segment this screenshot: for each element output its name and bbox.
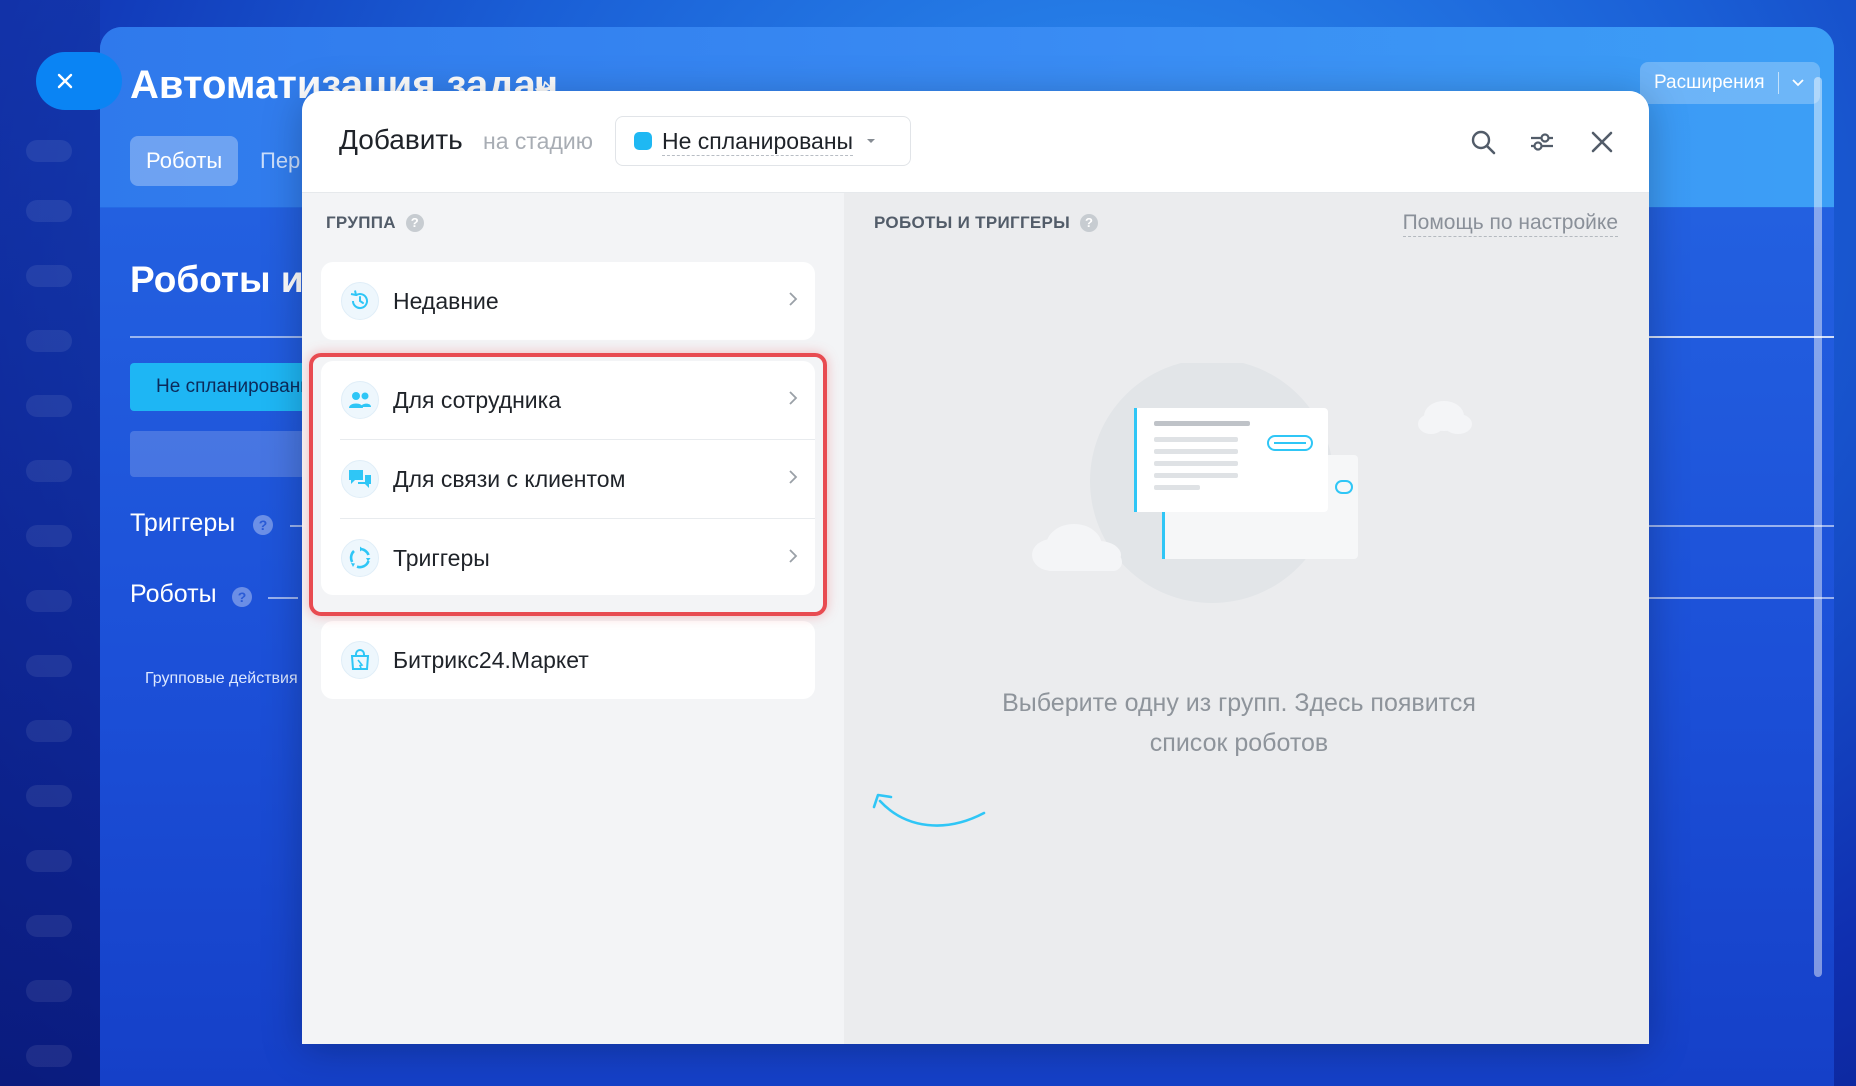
divider-line bbox=[1645, 597, 1834, 599]
robots-label: Роботы bbox=[130, 580, 217, 608]
stage-chip[interactable]: Не спланированы bbox=[130, 363, 330, 411]
setup-help-link[interactable]: Помощь по настройке bbox=[1402, 210, 1618, 237]
empty-state-line: Выберите одну из групп. Здесь появится bbox=[1002, 689, 1476, 717]
chevron-right-icon bbox=[787, 290, 799, 313]
button-separator bbox=[1778, 72, 1779, 94]
close-slider-button[interactable] bbox=[36, 52, 122, 110]
dialog-subtitle: на стадию bbox=[483, 128, 593, 154]
sidebar-blob bbox=[26, 720, 72, 742]
divider-line bbox=[268, 597, 298, 599]
left-sidebar bbox=[0, 0, 100, 1086]
sidebar-blob bbox=[26, 850, 72, 872]
search-icon[interactable] bbox=[1465, 124, 1501, 160]
groups-panel: ГРУППА? Недавние Для сотрудника Для связ… bbox=[302, 193, 844, 1044]
scrollbar[interactable] bbox=[1814, 77, 1822, 977]
divider-line bbox=[1645, 336, 1834, 338]
section-title: Роботы и bbox=[130, 259, 304, 300]
dialog-title: Добавить bbox=[339, 124, 463, 155]
sidebar-blob bbox=[26, 1045, 72, 1067]
group-label: Битрикс24.Маркет bbox=[393, 646, 589, 673]
curved-arrow-icon bbox=[872, 793, 986, 827]
add-robot-dialog: Добавить на стадию Не спланированы ГРУПП… bbox=[302, 91, 1649, 1044]
sidebar-blob bbox=[26, 200, 72, 222]
divider-line bbox=[1645, 525, 1834, 527]
group-section-label: ГРУППА? bbox=[326, 213, 424, 233]
help-icon[interactable]: ? bbox=[253, 515, 273, 535]
tab-second[interactable]: Пер bbox=[260, 136, 300, 186]
group-item-recent[interactable]: Недавние bbox=[321, 262, 815, 340]
chevron-down-icon[interactable] bbox=[1790, 74, 1806, 96]
sidebar-blob bbox=[26, 525, 72, 547]
tab-robots[interactable]: Роботы bbox=[130, 136, 239, 186]
empty-state-line: список роботов bbox=[1149, 729, 1329, 757]
close-icon[interactable] bbox=[1584, 124, 1620, 160]
caret-down-icon bbox=[867, 139, 876, 143]
empty-state-illustration bbox=[1032, 363, 1472, 603]
robots-section-label: РОБОТЫ И ТРИГГЕРЫ? bbox=[874, 213, 1099, 233]
stage-color-dot bbox=[634, 132, 652, 150]
sidebar-blob bbox=[26, 915, 72, 937]
sidebar-blob bbox=[26, 785, 72, 807]
help-icon[interactable]: ? bbox=[1080, 214, 1099, 232]
help-icon[interactable]: ? bbox=[232, 587, 252, 607]
close-icon bbox=[57, 73, 73, 89]
group-label: Недавние bbox=[393, 287, 499, 314]
highlight-frame bbox=[309, 353, 827, 616]
extensions-button[interactable]: Расширения bbox=[1640, 62, 1820, 104]
group-actions-link[interactable]: Групповые действия bbox=[145, 670, 298, 688]
sidebar-blob bbox=[26, 980, 72, 1002]
sidebar-blob bbox=[26, 590, 72, 612]
stage-label: Не спланированы bbox=[662, 127, 854, 156]
sidebar-blob bbox=[26, 655, 72, 677]
triggers-label: Триггеры bbox=[130, 509, 236, 537]
sidebar-blob bbox=[26, 460, 72, 482]
empty-state-text: Выберите одну из групп. Здесь появится с… bbox=[944, 683, 1534, 763]
market-bag-icon bbox=[341, 641, 379, 679]
sidebar-blob bbox=[26, 140, 72, 162]
extensions-label: Расширения bbox=[1654, 72, 1765, 93]
sidebar-blob bbox=[26, 265, 72, 287]
sidebar-blob bbox=[26, 395, 72, 417]
dialog-header: Добавить на стадию Не спланированы bbox=[302, 91, 1649, 193]
group-section-text: ГРУППА bbox=[326, 213, 396, 232]
market-card: Битрикс24.Маркет bbox=[321, 621, 815, 699]
robots-panel: РОБОТЫ И ТРИГГЕРЫ? Помощь по настройке В… bbox=[844, 193, 1649, 1044]
stage-bar bbox=[130, 431, 330, 477]
stage-selector[interactable]: Не спланированы bbox=[615, 116, 911, 166]
recent-card: Недавние bbox=[321, 262, 815, 340]
help-icon[interactable]: ? bbox=[405, 214, 424, 232]
settings-sliders-icon[interactable] bbox=[1524, 124, 1560, 160]
robots-section-text: РОБОТЫ И ТРИГГЕРЫ bbox=[874, 213, 1071, 232]
group-item-market[interactable]: Битрикс24.Маркет bbox=[321, 621, 815, 699]
sidebar-blob bbox=[26, 330, 72, 352]
history-icon bbox=[341, 282, 379, 320]
